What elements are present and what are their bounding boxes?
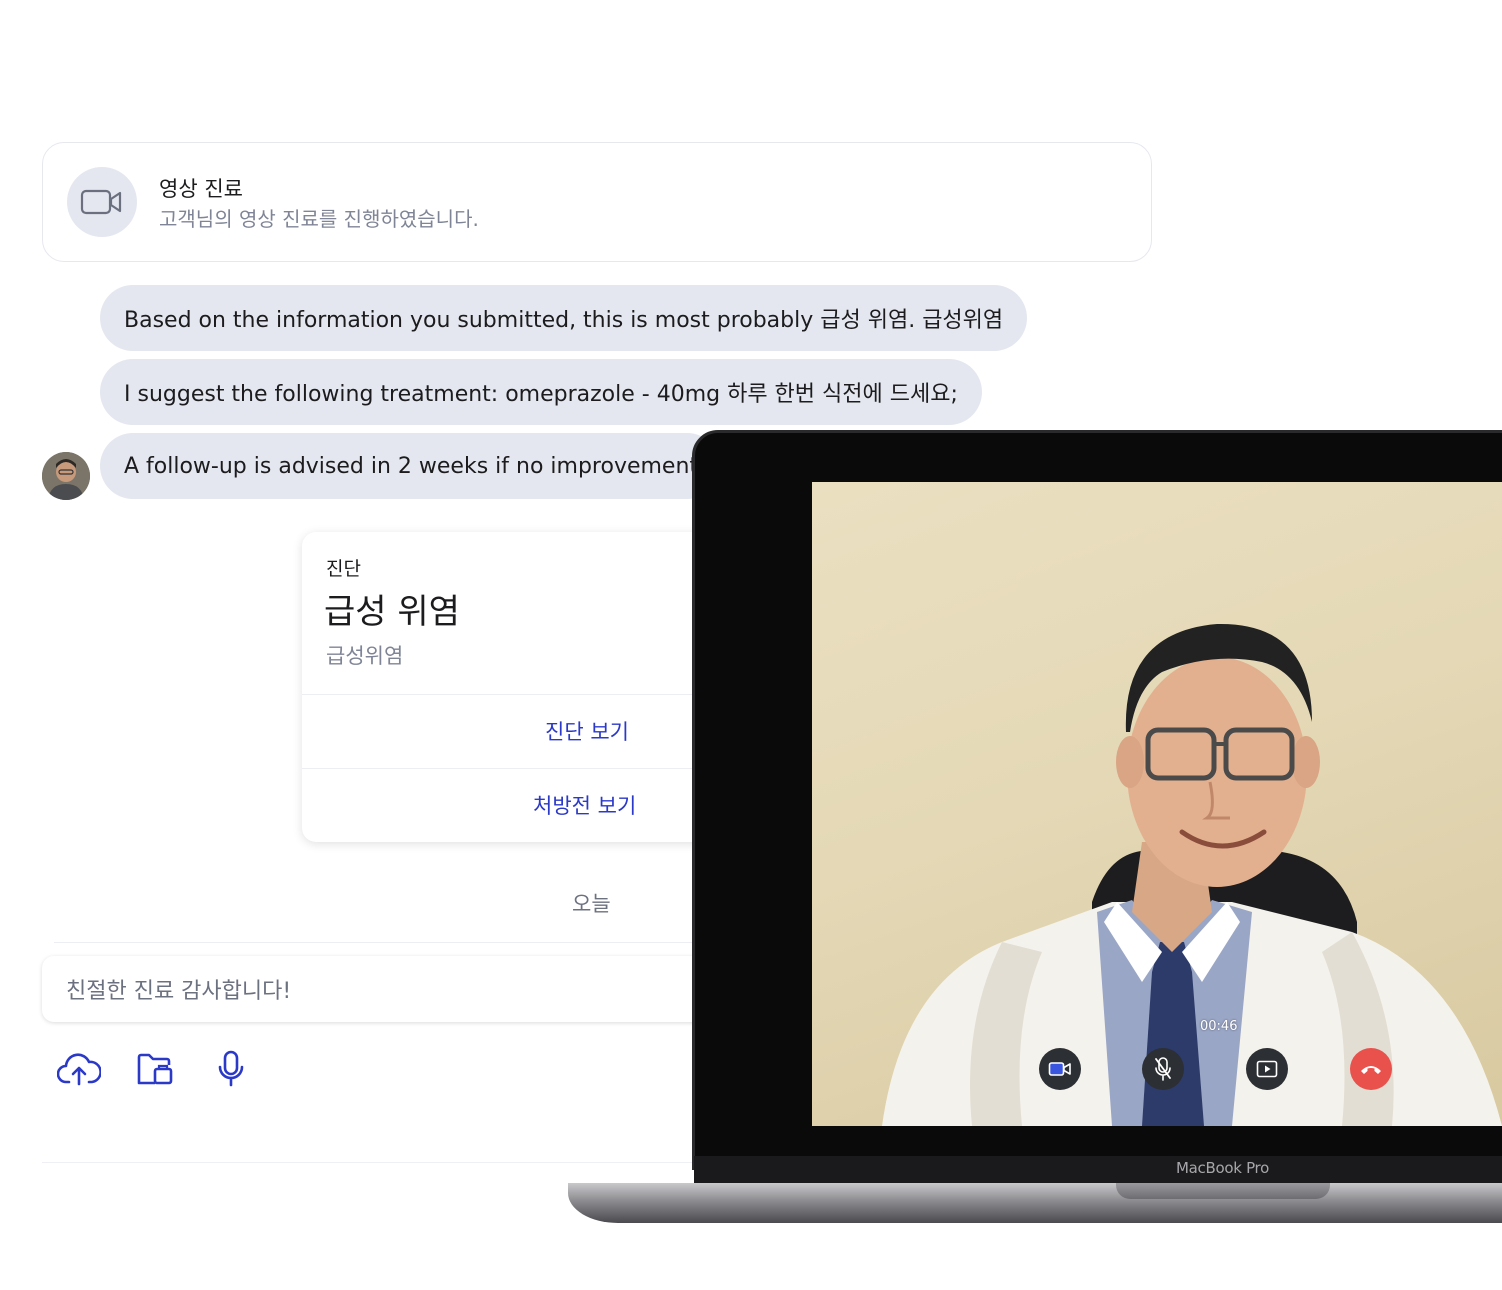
message-input-text: 친절한 진료 감사합니다! <box>66 979 292 1004</box>
chat-message: I suggest the following treatment: omepr… <box>100 359 982 425</box>
message-input[interactable]: 친절한 진료 감사합니다! <box>42 956 762 1022</box>
bottom-divider <box>42 1162 702 1163</box>
device-label: MacBook Pro <box>1176 1159 1269 1177</box>
diagnosis-name: 급성 위염 <box>324 592 460 632</box>
video-card-subtitle: 고객님의 영상 진료를 진행하였습니다. <box>159 207 479 231</box>
video-camera-icon <box>67 167 137 237</box>
doctor-video-feed <box>882 623 1502 1126</box>
call-timer: 00:46 <box>1200 1019 1238 1034</box>
laptop-chin <box>694 1156 1502 1184</box>
chat-message-text: Based on the information you submitted, … <box>124 308 1004 333</box>
cloud-upload-icon[interactable] <box>54 1046 104 1092</box>
hang-up-icon[interactable] <box>1350 1048 1392 1090</box>
chat-message: A follow-up is advised in 2 weeks if no … <box>100 433 720 499</box>
folder-icon[interactable] <box>130 1046 180 1092</box>
view-diagnosis-button[interactable]: 진단 보기 <box>302 694 732 766</box>
chat-message-text: A follow-up is advised in 2 weeks if no … <box>124 453 699 479</box>
chat-message-text: I suggest the following treatment: omepr… <box>124 382 958 407</box>
divider <box>54 942 754 943</box>
camera-toggle-icon[interactable] <box>1039 1048 1081 1090</box>
view-prescription-button[interactable]: 처방전 보기 <box>302 768 732 840</box>
diagnosis-kicker: 진단 <box>326 558 361 580</box>
laptop-notch <box>1116 1183 1330 1199</box>
video-consult-card: 영상 진료 고객님의 영상 진료를 진행하였습니다. <box>42 142 1152 262</box>
video-card-title: 영상 진료 <box>159 177 243 201</box>
microphone-icon[interactable] <box>206 1046 256 1092</box>
laptop-base <box>568 1183 1502 1223</box>
video-call-screen <box>812 482 1502 1126</box>
screen-share-icon[interactable] <box>1246 1048 1288 1090</box>
diagnosis-subname: 급성위염 <box>326 644 404 668</box>
date-separator: 오늘 <box>572 892 611 916</box>
diagnosis-card: 진단 급성 위염 급성위염 진단 보기 처방전 보기 <box>302 532 732 842</box>
chat-message: Based on the information you submitted, … <box>100 285 1028 351</box>
mute-mic-icon[interactable] <box>1142 1048 1184 1090</box>
doctor-avatar[interactable] <box>42 452 90 500</box>
